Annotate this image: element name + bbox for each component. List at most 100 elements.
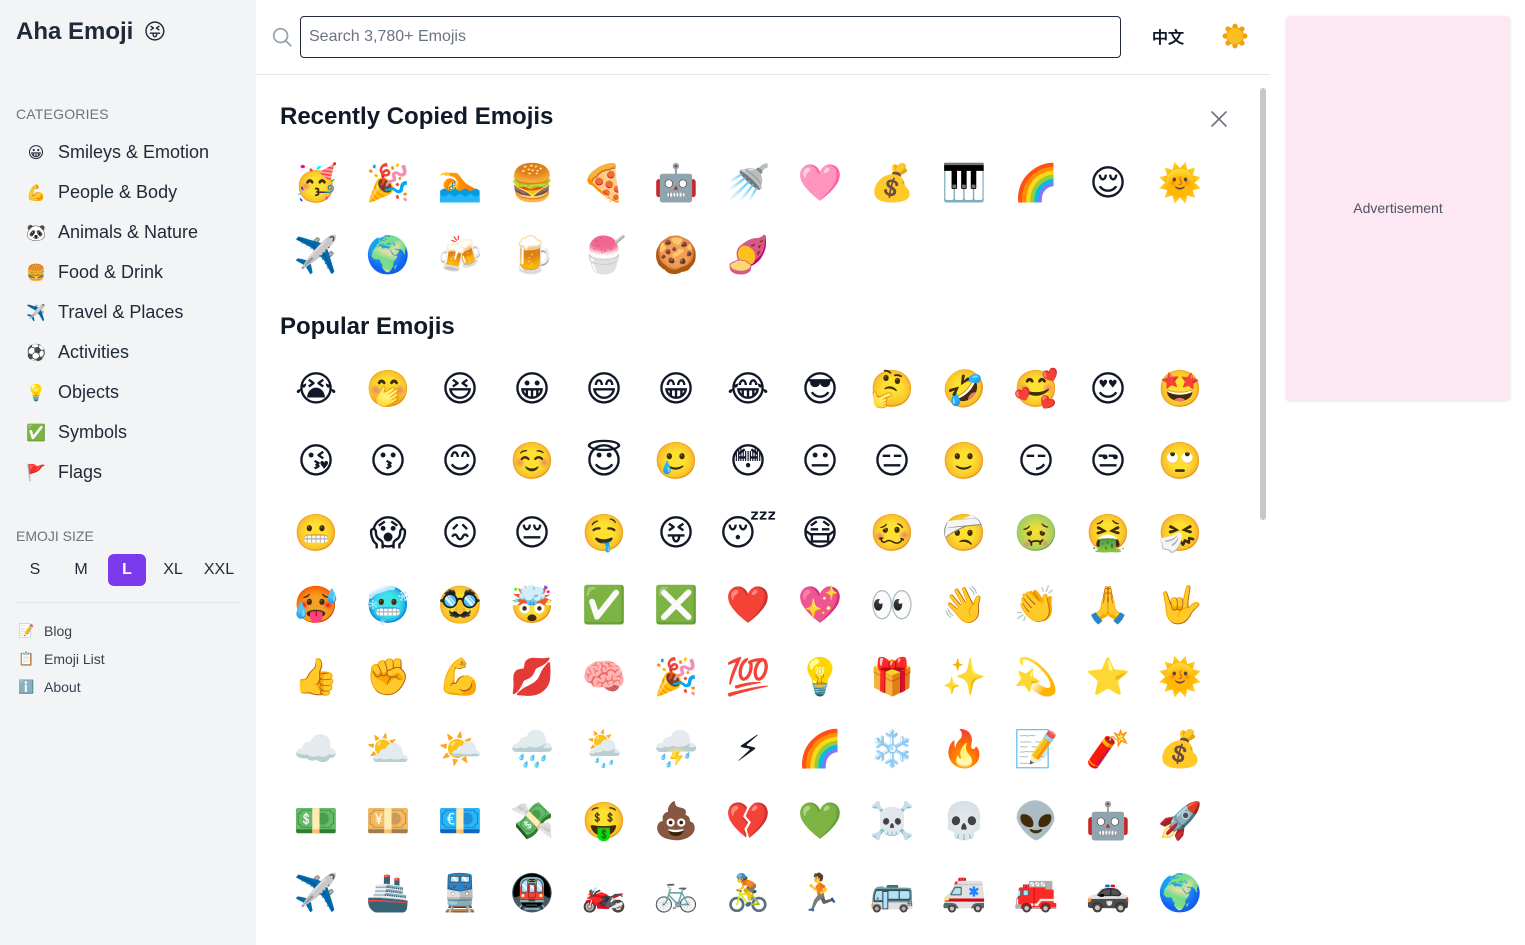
- emoji-tile[interactable]: 🥵: [280, 570, 352, 642]
- emoji-tile[interactable]: 🧠: [568, 642, 640, 714]
- emoji-tile[interactable]: 🎹: [928, 148, 1000, 220]
- emoji-tile[interactable]: 🤢: [1000, 498, 1072, 570]
- emoji-tile[interactable]: 🙄: [1144, 426, 1216, 498]
- sidebar-item-animals[interactable]: 🐼 Animals & Nature: [16, 212, 240, 252]
- size-button-xl[interactable]: XL: [154, 554, 192, 586]
- emoji-tile[interactable]: 💯: [712, 642, 784, 714]
- emoji-tile[interactable]: 💵: [280, 786, 352, 858]
- emoji-tile[interactable]: 🔥: [928, 714, 1000, 786]
- emoji-tile[interactable]: ⚡: [712, 714, 784, 786]
- emoji-tile[interactable]: 🥰: [1000, 354, 1072, 426]
- emoji-tile[interactable]: 😔: [496, 498, 568, 570]
- emoji-tile[interactable]: 🍧: [568, 220, 640, 292]
- emoji-tile[interactable]: 😎: [784, 354, 856, 426]
- sidebar-item-food[interactable]: 🍔 Food & Drink: [16, 252, 240, 292]
- emoji-tile[interactable]: 😒: [1072, 426, 1144, 498]
- link-emoji-list[interactable]: 📋 Emoji List: [16, 645, 240, 673]
- emoji-tile[interactable]: 🌤️: [424, 714, 496, 786]
- emoji-tile[interactable]: 😄: [568, 354, 640, 426]
- brand-name[interactable]: Aha Emoji: [16, 18, 133, 46]
- emoji-tile[interactable]: 🌧️: [496, 714, 568, 786]
- emoji-tile[interactable]: 💖: [784, 570, 856, 642]
- emoji-tile[interactable]: 💡: [784, 642, 856, 714]
- emoji-tile[interactable]: 🍺: [496, 220, 568, 292]
- emoji-tile[interactable]: 💀: [928, 786, 1000, 858]
- emoji-tile[interactable]: 😱: [352, 498, 424, 570]
- emoji-tile[interactable]: 💩: [640, 786, 712, 858]
- emoji-tile[interactable]: ✈️: [280, 220, 352, 292]
- emoji-tile[interactable]: ❄️: [856, 714, 928, 786]
- emoji-tile[interactable]: ❤️: [712, 570, 784, 642]
- emoji-tile[interactable]: 😭: [280, 354, 352, 426]
- emoji-tile[interactable]: 😁: [640, 354, 712, 426]
- emoji-tile[interactable]: 😝: [640, 498, 712, 570]
- emoji-tile[interactable]: 😳: [712, 426, 784, 498]
- emoji-tile[interactable]: 🎁: [856, 642, 928, 714]
- emoji-tile[interactable]: ✨: [928, 642, 1000, 714]
- emoji-tile[interactable]: 🤟: [1144, 570, 1216, 642]
- emoji-tile[interactable]: 😏: [1000, 426, 1072, 498]
- emoji-tile[interactable]: 🚑: [928, 858, 1000, 930]
- emoji-tile[interactable]: 🥲: [640, 426, 712, 498]
- emoji-tile[interactable]: 🍔: [496, 148, 568, 220]
- emoji-tile[interactable]: 🌍: [352, 220, 424, 292]
- emoji-tile[interactable]: 😴: [712, 498, 784, 570]
- emoji-tile[interactable]: 🤕: [928, 498, 1000, 570]
- emoji-tile[interactable]: 😖: [424, 498, 496, 570]
- language-toggle[interactable]: 中文: [1152, 24, 1184, 48]
- scrollbar-thumb[interactable]: [1260, 88, 1266, 520]
- emoji-tile[interactable]: 👋: [928, 570, 1000, 642]
- emoji-tile[interactable]: 👏: [1000, 570, 1072, 642]
- emoji-tile[interactable]: 😌: [1072, 148, 1144, 220]
- close-icon[interactable]: [1208, 108, 1230, 130]
- emoji-tile[interactable]: 👀: [856, 570, 928, 642]
- emoji-tile[interactable]: 🤭: [352, 354, 424, 426]
- emoji-tile[interactable]: 🚒: [1000, 858, 1072, 930]
- sidebar-item-smileys[interactable]: 😀 Smileys & Emotion: [16, 132, 240, 172]
- search-input[interactable]: [300, 16, 1121, 58]
- emoji-tile[interactable]: 😆: [424, 354, 496, 426]
- emoji-tile[interactable]: 🌞: [1144, 148, 1216, 220]
- emoji-tile[interactable]: 🏊: [424, 148, 496, 220]
- size-button-l[interactable]: L: [108, 554, 146, 586]
- emoji-tile[interactable]: 🤑: [568, 786, 640, 858]
- emoji-tile[interactable]: 💴: [352, 786, 424, 858]
- emoji-tile[interactable]: 🚓: [1072, 858, 1144, 930]
- emoji-tile[interactable]: 💋: [496, 642, 568, 714]
- emoji-tile[interactable]: 🙂: [928, 426, 1000, 498]
- size-button-xxl[interactable]: XXL: [200, 554, 238, 586]
- emoji-tile[interactable]: 🤖: [1072, 786, 1144, 858]
- emoji-tile[interactable]: 🚀: [1144, 786, 1216, 858]
- emoji-tile[interactable]: 🧨: [1072, 714, 1144, 786]
- emoji-tile[interactable]: 💰: [856, 148, 928, 220]
- size-button-m[interactable]: M: [62, 554, 100, 586]
- size-button-s[interactable]: S: [16, 554, 54, 586]
- sidebar-item-travel[interactable]: ✈️ Travel & Places: [16, 292, 240, 332]
- sun-icon[interactable]: [1222, 23, 1248, 49]
- emoji-tile[interactable]: 💚: [784, 786, 856, 858]
- sidebar-item-objects[interactable]: 💡 Objects: [16, 372, 240, 412]
- emoji-tile[interactable]: 😂: [712, 354, 784, 426]
- emoji-tile[interactable]: 🌈: [1000, 148, 1072, 220]
- emoji-tile[interactable]: 😍: [1072, 354, 1144, 426]
- emoji-tile[interactable]: 🙏: [1072, 570, 1144, 642]
- emoji-tile[interactable]: 🚌: [856, 858, 928, 930]
- emoji-tile[interactable]: 🥴: [856, 498, 928, 570]
- emoji-tile[interactable]: 👍: [280, 642, 352, 714]
- sidebar-item-flags[interactable]: 🚩 Flags: [16, 452, 240, 492]
- emoji-tile[interactable]: 😬: [280, 498, 352, 570]
- emoji-tile[interactable]: 🎉: [352, 148, 424, 220]
- link-about[interactable]: ℹ️ About: [16, 673, 240, 701]
- emoji-tile[interactable]: 🚢: [352, 858, 424, 930]
- emoji-tile[interactable]: 🌞: [1144, 642, 1216, 714]
- emoji-tile[interactable]: 🌦️: [568, 714, 640, 786]
- emoji-tile[interactable]: 🌈: [784, 714, 856, 786]
- emoji-tile[interactable]: 💪: [424, 642, 496, 714]
- emoji-tile[interactable]: 🚆: [424, 858, 496, 930]
- emoji-tile[interactable]: 🏃: [784, 858, 856, 930]
- emoji-tile[interactable]: ✅: [568, 570, 640, 642]
- emoji-tile[interactable]: ✊: [352, 642, 424, 714]
- sidebar-item-symbols[interactable]: ✅ Symbols: [16, 412, 240, 452]
- emoji-tile[interactable]: 🤯: [496, 570, 568, 642]
- emoji-tile[interactable]: 📝: [1000, 714, 1072, 786]
